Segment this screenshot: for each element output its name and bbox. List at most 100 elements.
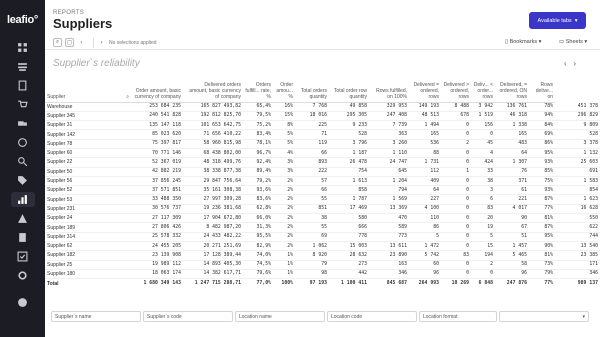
column-header[interactable]: Delivered orders amount, basic currency … (183, 74, 243, 103)
settings-icon[interactable] (11, 268, 35, 283)
table-row[interactable]: Supplier 52 37 571 851 35 161 308,38 93,6% 2… (45, 185, 600, 196)
total-cell: 100% (273, 278, 295, 289)
column-header[interactable]: Delivered > ordered, rows (441, 74, 471, 103)
table-cell: 1 204 (369, 176, 409, 187)
table-row[interactable]: Supplier 31 135 147 118 101 653 642,75 75,2… (45, 120, 600, 131)
supplier-cell[interactable]: Supplier 25 (45, 260, 109, 270)
supplier-cell[interactable]: Supplier 345 (45, 111, 109, 122)
column-header[interactable]: Rows delive... on (529, 74, 555, 103)
table-row[interactable]: Supplier 314 25 578 332 24 433 482,22 95,5%… (45, 232, 600, 242)
table-row[interactable]: Supplier 62 24 455 205 20 271 251,69 82,9% 2… (45, 241, 600, 252)
supplier-cell[interactable]: Supplier 142 (45, 129, 109, 140)
supplier-code-filter[interactable]: Supplier`s code (143, 311, 233, 322)
location-code-filter[interactable]: Location code (327, 311, 417, 322)
leafio-logo[interactable]: leafio° (7, 14, 38, 26)
table-cell: 98 (295, 269, 329, 280)
supplier-cell[interactable]: Warehouse (45, 102, 109, 112)
total-cell: 264 993 (409, 278, 441, 289)
table-cell: 86% (529, 139, 555, 150)
column-header[interactable]: Order amou... % (273, 74, 295, 103)
supplier-cell[interactable]: Supplier 182 (45, 250, 109, 261)
smart-search-icon[interactable]: ⌕ (53, 38, 62, 47)
grid-icon[interactable] (11, 40, 35, 55)
available-tabs-button[interactable]: Available tabs ▾ (529, 12, 586, 29)
compass-icon[interactable] (11, 135, 35, 150)
column-header[interactable]: Order amount, basic currency of company (131, 74, 183, 103)
table-row[interactable]: Supplier 231 30 576 737 19 236 381,68 62,8%… (45, 204, 600, 215)
column-header[interactable]: Total order row quantity (329, 74, 369, 103)
column-header[interactable]: Supplier (45, 74, 109, 103)
book-icon[interactable] (11, 78, 35, 93)
table-row[interactable]: Supplier 78 75 397 817 58 960 815,98 78,1% 5… (45, 139, 600, 150)
table-cell: 0 (441, 194, 471, 205)
supplier-cell[interactable]: Supplier 50 (45, 167, 109, 177)
column-header[interactable]: Total orders quantity (295, 74, 329, 103)
tag-icon[interactable] (11, 173, 35, 188)
analytics-icon[interactable] (11, 154, 35, 169)
location-name-filter[interactable]: Location name (235, 311, 325, 322)
shelf-icon[interactable] (11, 59, 35, 74)
document-icon[interactable] (11, 230, 35, 245)
lasso-icon[interactable]: ◻ (65, 38, 74, 47)
column-header[interactable]: Orders fulfill... rate, % (243, 74, 273, 103)
data-table-container[interactable]: Supplier ⌕ Order amount, basic currency of… (45, 74, 600, 306)
column-header[interactable]: Deliv... < order... rows (471, 74, 495, 103)
column-header[interactable]: Rows fulfilled, on 100% (369, 74, 409, 103)
user-avatar-icon[interactable] (11, 295, 35, 310)
supplier-cell[interactable]: Supplier 24 (45, 213, 109, 224)
location-format-filter[interactable]: Location format (419, 311, 497, 322)
table-row[interactable]: Supplier 189 27 806 426 8 482 987,20 31,3% 2… (45, 222, 600, 233)
table-row[interactable]: Supplier 25 19 989 112 14 893 405,30 74,5% 1… (45, 260, 600, 270)
table-row[interactable]: Supplier 180 18 063 174 14 382 617,71 79,6%… (45, 269, 600, 280)
cart-icon[interactable] (11, 97, 35, 112)
table-row[interactable]: Supplier 56 37 856 245 29 847 756,64 79,2% 2… (45, 176, 600, 187)
supplier-cell[interactable]: Supplier 60 (45, 148, 109, 159)
table-cell: 528 (329, 129, 369, 140)
next-page-button[interactable]: › (573, 59, 576, 68)
table-cell (109, 204, 131, 215)
table-cell: 77% (529, 204, 555, 215)
table-row[interactable]: Supplier 142 85 023 620 71 656 410,22 83,4%… (45, 129, 600, 140)
alert-icon[interactable] (11, 211, 35, 226)
table-row[interactable]: Warehouse 253 684 235 165 827 493,82 65,4% 1… (45, 102, 600, 112)
extra-filter-dropdown[interactable]: ▾ (499, 311, 589, 322)
supplier-cell[interactable]: Supplier 62 (45, 241, 109, 252)
sheets-button[interactable]: ▭ Sheets ▾ (559, 39, 587, 45)
supplier-cell[interactable]: Supplier 189 (45, 222, 109, 233)
table-cell: 194 (471, 250, 495, 261)
supplier-cell[interactable]: Supplier 314 (45, 232, 109, 242)
supplier-cell[interactable]: Supplier 22 (45, 157, 109, 168)
supplier-cell[interactable]: Supplier 31 (45, 120, 109, 131)
table-row[interactable]: Supplier 60 70 771 146 68 438 802,00 96,7% 4… (45, 148, 600, 159)
supplier-cell[interactable]: Supplier 52 (45, 185, 109, 196)
table-row[interactable]: Supplier 24 27 117 309 17 904 672,80 66,0% 2… (45, 213, 600, 224)
tasks-icon[interactable] (11, 249, 35, 264)
prev-page-button[interactable]: ‹ (564, 59, 567, 68)
supplier-cell[interactable]: Supplier 180 (45, 269, 109, 280)
table-cell: 893 (295, 157, 329, 168)
report-title: Supplier`s reliability (53, 58, 140, 69)
supplier-cell[interactable]: Supplier 56 (45, 176, 109, 187)
table-row[interactable]: Supplier 53 33 488 350 27 997 309,28 83,6% 2… (45, 194, 600, 205)
supplier-name-filter[interactable]: Supplier`s name (51, 311, 141, 322)
supplier-cell[interactable]: Supplier 78 (45, 139, 109, 150)
search-column-icon[interactable]: ⌕ (109, 74, 131, 103)
truck-icon[interactable] (11, 116, 35, 131)
table-cell: 3 942 (471, 102, 495, 112)
column-header[interactable]: Delivered, = ordered, ON rows (495, 74, 529, 103)
supplier-cell[interactable]: Supplier 231 (45, 204, 109, 215)
table-row[interactable]: Supplier 182 23 139 908 17 128 389,44 74,0%… (45, 250, 600, 261)
supplier-cell[interactable]: Supplier 53 (45, 194, 109, 205)
table-cell: 69 (295, 232, 329, 242)
column-header[interactable]: Delivered = ordered, rows (409, 74, 441, 103)
table-cell: 67 (495, 222, 529, 233)
reports-icon[interactable] (10, 192, 35, 207)
table-row[interactable]: Supplier 50 42 882 219 38 338 877,38 89,4% 3… (45, 167, 600, 177)
table-cell: 2% (273, 185, 295, 196)
forward-icon[interactable]: › (97, 38, 106, 47)
table-row[interactable]: Supplier 22 52 367 019 48 318 499,76 92,4% 3… (45, 157, 600, 168)
table-row[interactable]: Supplier 345 240 541 828 192 812 825,70 79,… (45, 111, 600, 122)
bookmarks-button[interactable]: ▯ Bookmarks ▾ (505, 39, 541, 45)
back-icon[interactable]: ‹ (77, 38, 86, 47)
table-cell: 112 (409, 167, 441, 177)
